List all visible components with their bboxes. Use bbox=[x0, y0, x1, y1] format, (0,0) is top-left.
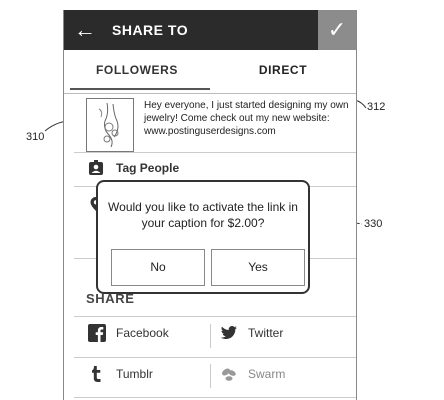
share-label: Swarm bbox=[248, 367, 286, 381]
post-thumbnail bbox=[86, 98, 134, 152]
divider-vertical bbox=[210, 324, 211, 348]
checkmark-icon[interactable]: ✓ bbox=[318, 10, 356, 50]
share-tumblr[interactable]: Tumblr bbox=[88, 355, 208, 395]
tumblr-icon bbox=[92, 366, 101, 382]
person-tag-icon bbox=[89, 160, 103, 175]
dialog-message: Would you like to activate the link in y… bbox=[108, 200, 298, 230]
top-app-bar: ← SHARE TO ✓ bbox=[64, 10, 356, 50]
tab-direct[interactable]: DIRECT bbox=[210, 50, 356, 94]
share-twitter[interactable]: Twitter bbox=[220, 314, 350, 354]
arrow-left-icon[interactable]: ← bbox=[74, 19, 96, 41]
callout-310: 310 bbox=[26, 131, 45, 143]
page-title: SHARE TO bbox=[112, 22, 189, 38]
activate-link-dialog: Would you like to activate the link in y… bbox=[96, 180, 310, 294]
menu-label: Tag People bbox=[116, 161, 180, 175]
share-label: Tumblr bbox=[116, 367, 153, 381]
share-label: Facebook bbox=[116, 326, 169, 340]
facebook-icon bbox=[88, 324, 106, 342]
yes-button[interactable]: Yes bbox=[211, 249, 305, 286]
swarm-icon bbox=[221, 368, 236, 381]
tab-bar: FOLLOWERS DIRECT bbox=[64, 50, 356, 94]
caption-text[interactable]: Hey everyone, I just started designing m… bbox=[144, 99, 350, 138]
caption-row: Hey everyone, I just started designing m… bbox=[64, 94, 356, 152]
share-swarm[interactable]: Swarm bbox=[220, 355, 350, 395]
twitter-icon bbox=[220, 326, 237, 339]
divider bbox=[74, 397, 356, 398]
jewelry-sketch-icon bbox=[98, 102, 119, 148]
divider-vertical bbox=[210, 364, 211, 388]
no-button[interactable]: No bbox=[111, 249, 205, 286]
callout-330: 330 bbox=[364, 218, 383, 230]
phone-screen: ← SHARE TO ✓ FOLLOWERS DIRECT Hey everyo… bbox=[63, 10, 357, 400]
callout-312: 312 bbox=[367, 101, 386, 113]
share-facebook[interactable]: Facebook bbox=[88, 314, 208, 354]
tab-selected-indicator bbox=[70, 88, 210, 90]
share-label: Twitter bbox=[248, 326, 284, 340]
